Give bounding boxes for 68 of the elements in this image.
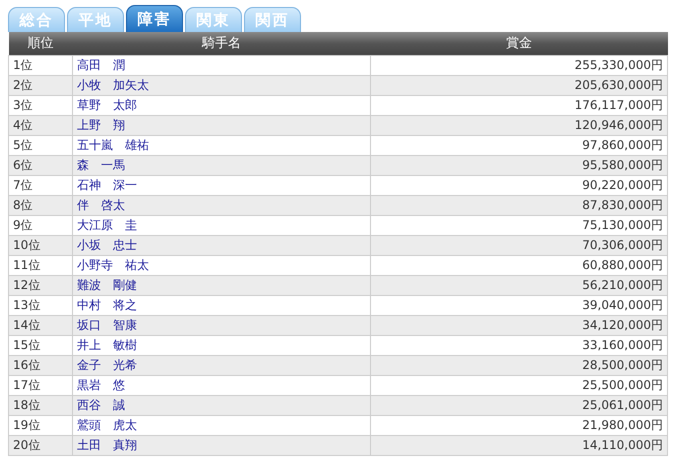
jockey-name-cell: 小野寺 祐太 <box>72 255 370 275</box>
rank-cell: 1位 <box>8 55 72 75</box>
tab[interactable]: 関東 <box>185 7 242 32</box>
tab[interactable]: 総合 <box>8 7 65 32</box>
jockey-name-cell: 五十嵐 雄祐 <box>72 135 370 155</box>
jockey-name-cell: 中村 将之 <box>72 295 370 315</box>
jockey-name-cell: 坂口 智康 <box>72 315 370 335</box>
jockey-name-cell: 金子 光希 <box>72 355 370 375</box>
jockey-name-cell: 草野 太郎 <box>72 95 370 115</box>
jockey-name-cell: 井上 敏樹 <box>72 335 370 355</box>
prize-cell: 75,130,000円 <box>370 215 668 235</box>
jockey-name-cell: 難波 剛健 <box>72 275 370 295</box>
prize-cell: 205,630,000円 <box>370 75 668 95</box>
rank-cell: 3位 <box>8 95 72 115</box>
prize-cell: 176,117,000円 <box>370 95 668 115</box>
prize-cell: 60,880,000円 <box>370 255 668 275</box>
rank-cell: 19位 <box>8 415 72 435</box>
prize-cell: 120,946,000円 <box>370 115 668 135</box>
prize-cell: 87,830,000円 <box>370 195 668 215</box>
jockey-name-cell: 小坂 忠士 <box>72 235 370 255</box>
rank-cell: 10位 <box>8 235 72 255</box>
rank-cell: 16位 <box>8 355 72 375</box>
jockey-name-cell: 西谷 誠 <box>72 395 370 415</box>
jockey-name-cell: 伴 啓太 <box>72 195 370 215</box>
rank-cell: 13位 <box>8 295 72 315</box>
prize-cell: 34,120,000円 <box>370 315 668 335</box>
jockey-name-cell: 土田 真翔 <box>72 435 370 455</box>
prize-cell: 39,040,000円 <box>370 295 668 315</box>
jockey-name-cell: 黒岩 悠 <box>72 375 370 395</box>
rank-cell: 9位 <box>8 215 72 235</box>
rank-cell: 5位 <box>8 135 72 155</box>
tab[interactable]: 障害 <box>126 5 183 32</box>
rank-cell: 7位 <box>8 175 72 195</box>
jockey-name-cell: 上野 翔 <box>72 115 370 135</box>
rank-cell: 8位 <box>8 195 72 215</box>
column-header: 順位 <box>8 32 72 55</box>
jockey-name-cell: 石神 深一 <box>72 175 370 195</box>
tab[interactable]: 平地 <box>67 7 124 32</box>
rank-cell: 6位 <box>8 155 72 175</box>
jockey-name-cell: 高田 潤 <box>72 55 370 75</box>
prize-cell: 14,110,000円 <box>370 435 668 455</box>
rank-cell: 15位 <box>8 335 72 355</box>
rank-cell: 17位 <box>8 375 72 395</box>
column-header: 騎手名 <box>72 32 370 55</box>
jockey-name-cell: 大江原 圭 <box>72 215 370 235</box>
rank-cell: 14位 <box>8 315 72 335</box>
rank-cell: 11位 <box>8 255 72 275</box>
prize-cell: 28,500,000円 <box>370 355 668 375</box>
column-header: 賞金 <box>370 32 668 55</box>
prize-cell: 25,500,000円 <box>370 375 668 395</box>
jockey-name-cell: 小牧 加矢太 <box>72 75 370 95</box>
prize-cell: 95,580,000円 <box>370 155 668 175</box>
rank-cell: 12位 <box>8 275 72 295</box>
prize-cell: 90,220,000円 <box>370 175 668 195</box>
prize-cell: 33,160,000円 <box>370 335 668 355</box>
prize-cell: 70,306,000円 <box>370 235 668 255</box>
rank-cell: 20位 <box>8 435 72 455</box>
rank-cell: 4位 <box>8 115 72 135</box>
jockey-name-cell: 森 一馬 <box>72 155 370 175</box>
prize-cell: 255,330,000円 <box>370 55 668 75</box>
prize-cell: 56,210,000円 <box>370 275 668 295</box>
prize-cell: 21,980,000円 <box>370 415 668 435</box>
prize-cell: 25,061,000円 <box>370 395 668 415</box>
jockey-name-cell: 鷲頭 虎太 <box>72 415 370 435</box>
prize-cell: 97,860,000円 <box>370 135 668 155</box>
rank-cell: 18位 <box>8 395 72 415</box>
tab[interactable]: 関西 <box>244 7 301 32</box>
rank-cell: 2位 <box>8 75 72 95</box>
